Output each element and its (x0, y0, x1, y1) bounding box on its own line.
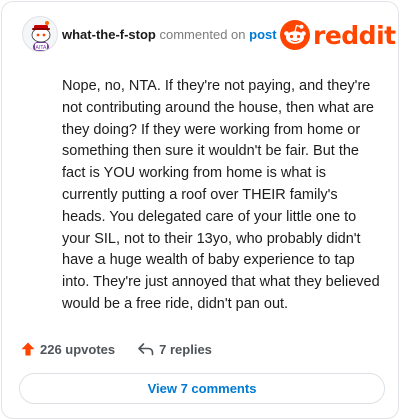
view-comments-button[interactable]: View 7 comments (19, 373, 385, 404)
avatar[interactable]: AITA (22, 16, 58, 52)
reddit-logo[interactable]: reddit (280, 19, 396, 51)
commented-on-label: commented on (159, 27, 246, 42)
post-link[interactable]: post (249, 27, 276, 42)
reddit-wordmark: reddit (313, 20, 396, 50)
upvote-arrow-icon (21, 342, 35, 356)
snoo-avatar-icon: AITA (31, 21, 51, 51)
comment-actions: 226 upvotes 7 replies (20, 339, 212, 359)
svg-text:AITA: AITA (36, 45, 48, 51)
comment-header: what-the-f-stop commented on post (62, 27, 277, 42)
upvote-button[interactable]: 226 upvotes (20, 341, 115, 357)
view-comments-label: View 7 comments (147, 381, 257, 396)
username-link[interactable]: what-the-f-stop (62, 27, 156, 42)
reply-arrow-icon (138, 343, 154, 356)
replies-button[interactable]: 7 replies (137, 341, 212, 357)
reddit-snoo-icon (280, 20, 310, 50)
comment-card: AITA what-the-f-stop commented on post r… (1, 1, 399, 419)
replies-count: 7 replies (159, 341, 212, 357)
upvote-count: 226 upvotes (40, 341, 116, 357)
comment-text: Nope, no, NTA. If they're not paying, an… (62, 78, 380, 312)
